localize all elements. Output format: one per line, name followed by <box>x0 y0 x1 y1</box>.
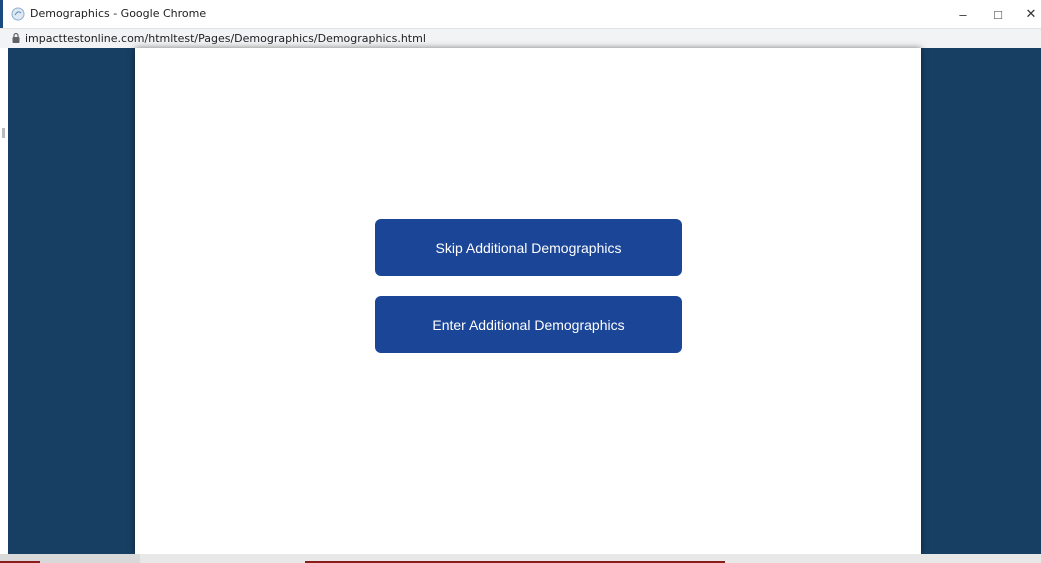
browser-popup-window: Demographics - Google Chrome – □ ✕ impac… <box>0 0 1041 563</box>
minimize-icon: – <box>959 6 967 22</box>
maximize-icon: □ <box>994 6 1002 22</box>
minimize-button[interactable]: – <box>945 0 981 28</box>
chrome-page-icon <box>11 7 25 21</box>
address-bar[interactable]: impacttestonline.com/htmltest/Pages/Demo… <box>0 28 1041 49</box>
close-button[interactable]: ✕ <box>1013 0 1041 28</box>
url-text[interactable]: impacttestonline.com/htmltest/Pages/Demo… <box>25 32 426 45</box>
background-window-fragment <box>2 128 5 138</box>
close-icon: ✕ <box>1025 6 1037 21</box>
page-viewport: Skip Additional Demographics Enter Addit… <box>8 48 1041 554</box>
demographics-panel: Skip Additional Demographics Enter Addit… <box>135 48 921 554</box>
skip-demographics-button[interactable]: Skip Additional Demographics <box>375 219 682 276</box>
maximize-button[interactable]: □ <box>980 0 1016 28</box>
enter-demographics-button[interactable]: Enter Additional Demographics <box>375 296 682 353</box>
background-window-edge <box>0 48 8 554</box>
window-titlebar[interactable]: Demographics - Google Chrome – □ ✕ <box>0 0 1041 28</box>
window-edge-accent <box>0 0 3 28</box>
window-title: Demographics - Google Chrome <box>30 7 207 20</box>
lock-icon <box>12 32 20 43</box>
background-taskbar-strip <box>0 554 1041 563</box>
